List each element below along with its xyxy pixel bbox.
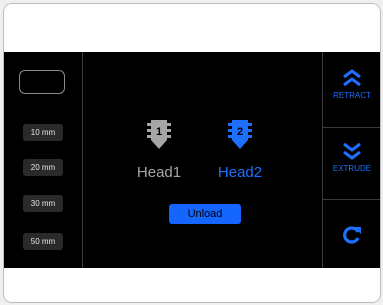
head-2-selector[interactable]: 2 Head2 (210, 112, 270, 182)
extruder-screen: 10 mm 20 mm 30 mm 50 mm 1 Head1 2 Head2 … (4, 52, 380, 268)
head-number-label: 1 (156, 126, 162, 138)
distance-display (19, 70, 65, 94)
step-button-30mm[interactable]: 30 mm (23, 195, 63, 212)
divider (323, 127, 380, 128)
step-button-10mm[interactable]: 10 mm (23, 124, 63, 141)
step-panel: 10 mm 20 mm 30 mm 50 mm (4, 52, 83, 268)
step-button-50mm[interactable]: 50 mm (23, 233, 63, 250)
head-2-label: Head2 (217, 164, 263, 181)
step-button-20mm[interactable]: 20 mm (23, 159, 63, 176)
device-frame: 10 mm 20 mm 30 mm 50 mm 1 Head1 2 Head2 … (3, 3, 381, 303)
head-number-label: 2 (237, 126, 243, 138)
head-1-selector[interactable]: 1 Head1 (129, 112, 189, 182)
bottom-bar (4, 268, 380, 302)
extrude-label: EXTRUDE (332, 164, 372, 173)
top-bar (4, 4, 380, 52)
extruder-head-icon: 2 (228, 120, 252, 149)
retract-label: RETRACT (333, 91, 371, 100)
divider (323, 199, 380, 200)
unload-button[interactable]: Unload (169, 204, 241, 224)
double-chevron-up-icon (343, 69, 361, 87)
refresh-button[interactable] (323, 224, 380, 246)
refresh-icon (343, 226, 361, 244)
head-1-label: Head1 (136, 164, 182, 181)
extruder-head-icon: 1 (147, 120, 171, 149)
action-panel: RETRACT EXTRUDE (322, 52, 380, 268)
extrude-button[interactable]: EXTRUDE (323, 141, 380, 173)
double-chevron-down-icon (343, 142, 361, 160)
retract-button[interactable]: RETRACT (323, 68, 380, 100)
